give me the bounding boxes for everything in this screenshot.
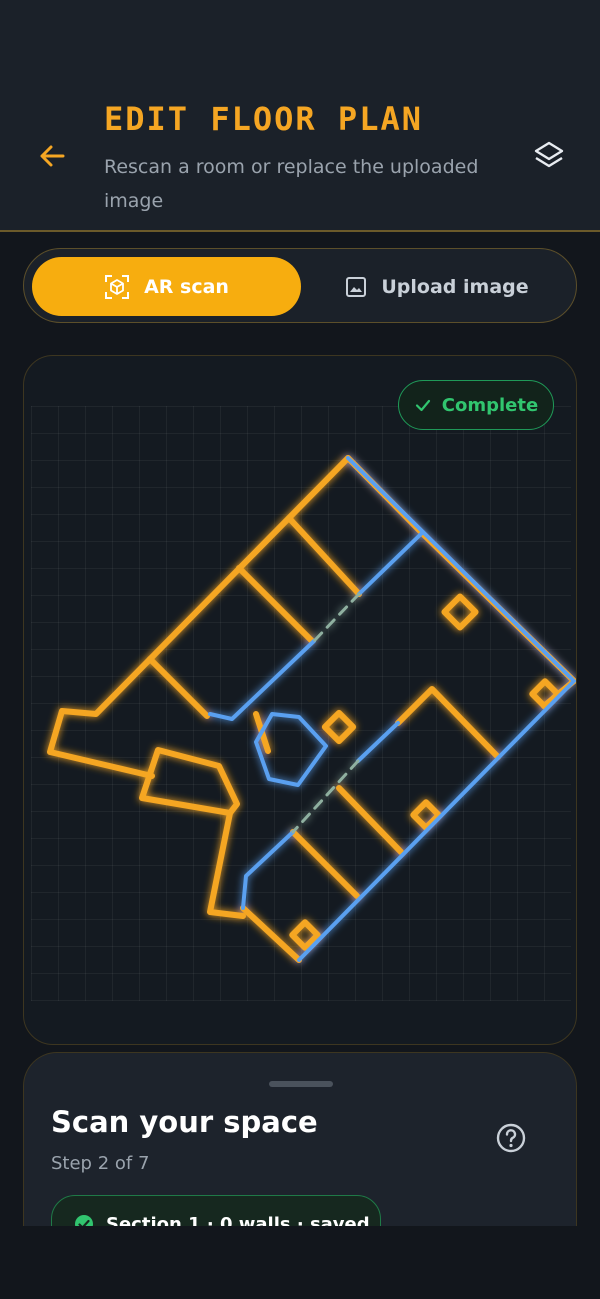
scan-edges [208,456,576,962]
app-header: EDIT FLOOR PLAN Rescan a room or replace… [0,0,600,232]
help-button[interactable] [494,1121,528,1155]
ar-scan-tab[interactable]: AR scan [32,257,301,316]
back-button[interactable] [30,136,74,176]
layers-button[interactable] [526,136,572,176]
page-subtitle: Rescan a room or replace the uploaded im… [104,156,479,212]
status-badge-label: Complete [441,394,539,416]
help-circle-icon [496,1123,526,1153]
ar-cube-icon [105,274,130,299]
upload-image-tab[interactable]: Upload image [306,257,568,316]
status-badge: Complete [398,380,554,430]
sheet-drag-handle[interactable] [269,1081,333,1087]
mode-toggle: AR scan Upload image [23,248,577,323]
layers-icon [534,141,564,168]
page-title: EDIT FLOOR PLAN [104,100,423,138]
check-circle-icon [75,1215,93,1226]
sheet-title: Scan your space [51,1105,318,1139]
upload-image-label: Upload image [381,275,529,298]
arrow-left-icon [40,145,65,167]
check-icon [415,399,430,412]
scanned-walls [47,455,576,963]
ar-scan-label: AR scan [144,275,229,298]
section-status-chip[interactable]: Section 1 · 0 walls · saved [51,1195,381,1226]
section-status-label: Section 1 · 0 walls · saved [106,1214,370,1226]
floor-plan-canvas[interactable]: Complete [23,355,577,1045]
bottom-sheet: Scan your space Step 2 of 7 Section 1 · … [23,1052,577,1226]
floor-plan-drawing [47,455,576,963]
image-icon [346,276,367,297]
step-indicator: Step 2 of 7 [51,1153,150,1174]
